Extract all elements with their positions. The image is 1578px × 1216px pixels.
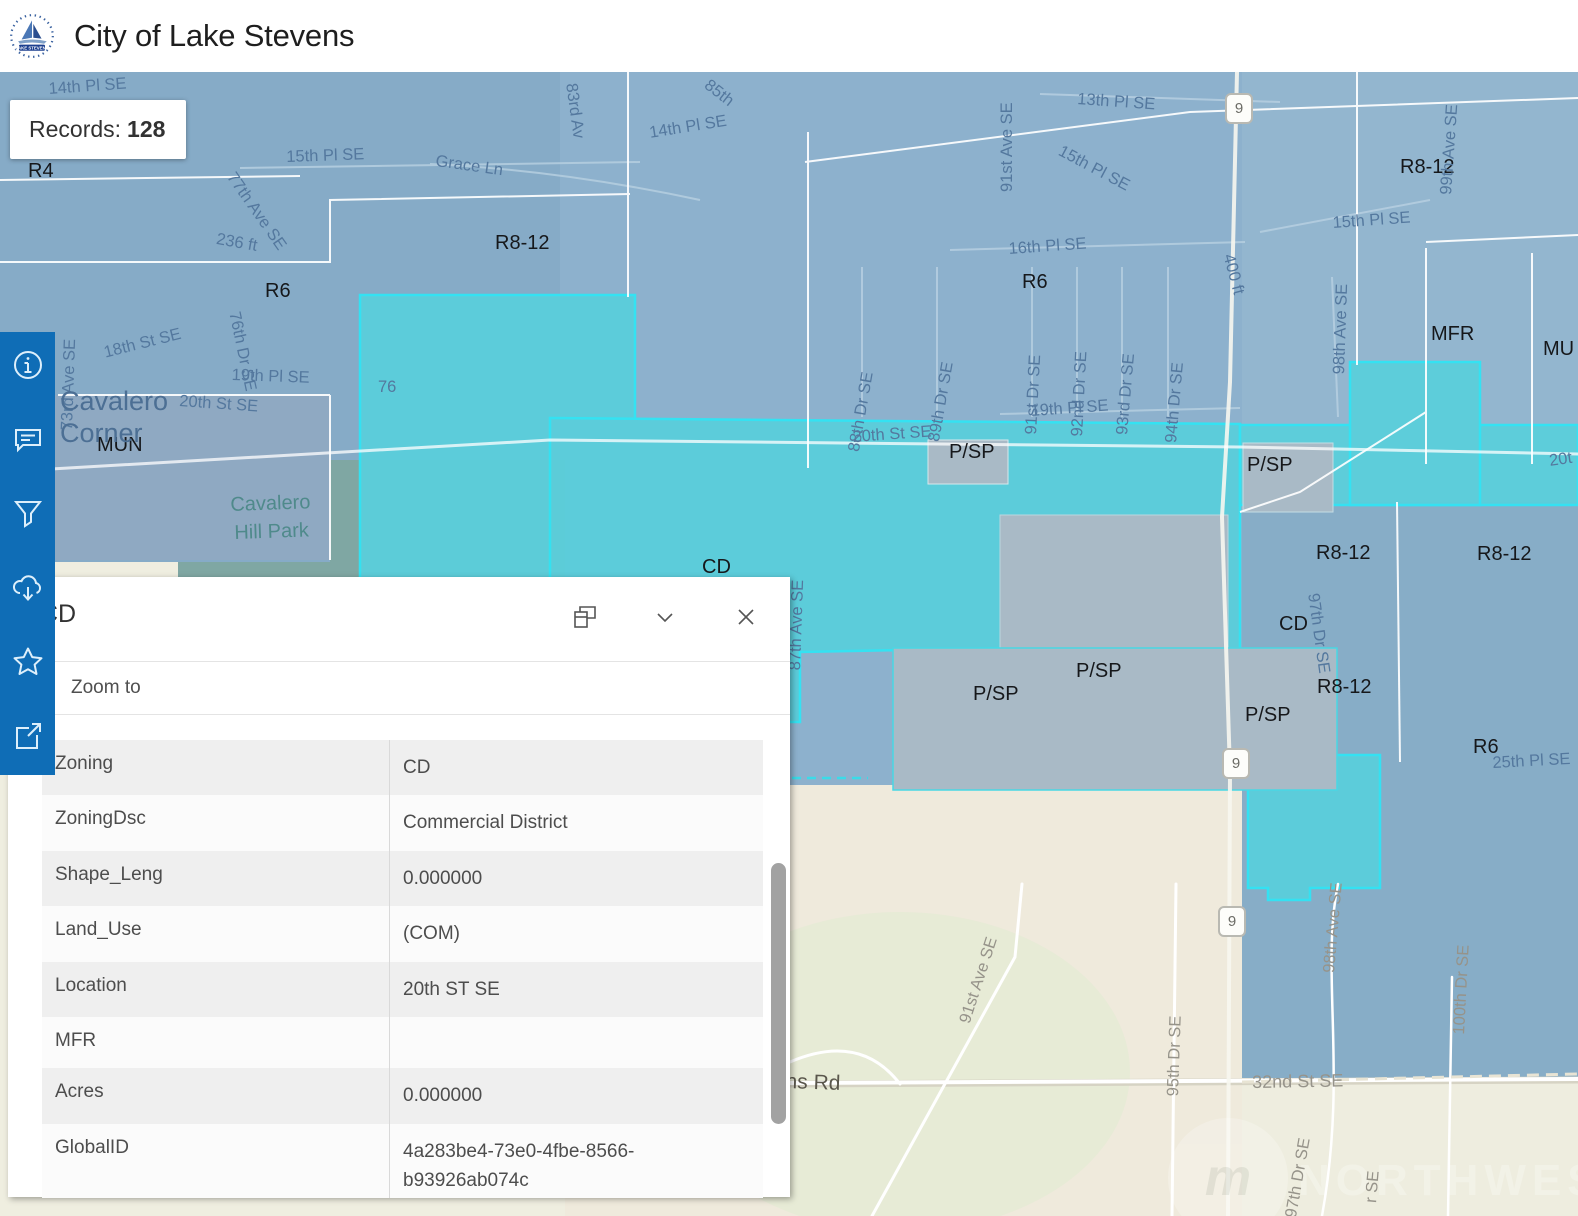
field-value: Commercial District — [390, 795, 763, 850]
table-row: ZoningDscCommercial District — [42, 795, 763, 850]
zoom-to-button[interactable]: Zoom to — [65, 676, 147, 700]
toolbar-sidebar — [0, 332, 55, 775]
filter-button[interactable] — [11, 496, 45, 530]
dock-icon — [571, 603, 599, 631]
field-value: 0.000000 — [390, 1068, 763, 1123]
export-icon — [12, 720, 44, 752]
close-button[interactable] — [731, 603, 761, 633]
field-label: MFR — [42, 1017, 390, 1068]
city-logo-icon: LAKE STEVENS — [6, 10, 58, 62]
field-label: Land_Use — [42, 906, 390, 961]
table-row: MFR — [42, 1017, 763, 1068]
table-row: Shape_Leng0.000000 — [42, 851, 763, 906]
popup-body[interactable]: ZoningCDZoningDscCommercial DistrictShap… — [8, 715, 790, 1198]
popup-scrollbar[interactable] — [771, 863, 786, 1124]
page-title: City of Lake Stevens — [74, 18, 354, 54]
info-button[interactable] — [11, 348, 45, 382]
info-icon — [12, 349, 44, 381]
field-value: 20th ST SE — [390, 962, 763, 1017]
collapse-button[interactable] — [650, 603, 680, 633]
field-label: Location — [42, 962, 390, 1017]
close-icon — [734, 605, 758, 629]
dock-button[interactable] — [570, 603, 600, 633]
comment-button[interactable] — [11, 422, 45, 456]
field-label: Zoning — [42, 740, 390, 795]
field-value — [390, 1017, 763, 1068]
table-row: ZoningCD — [42, 740, 763, 795]
comment-icon — [12, 423, 44, 455]
records-count: 128 — [127, 116, 165, 143]
field-label: GlobalID — [42, 1124, 390, 1198]
field-value: 0.000000 — [390, 851, 763, 906]
field-value: (COM) — [390, 906, 763, 961]
records-badge: Records: 128 — [10, 100, 186, 159]
field-value: 4a283be4-73e0-4fbe-8566-b93926ab074c — [390, 1124, 763, 1198]
table-row: Land_Use(COM) — [42, 906, 763, 961]
popup-field-table: ZoningCDZoningDscCommercial DistrictShap… — [42, 740, 763, 1198]
cloud-download-button[interactable] — [11, 571, 45, 605]
logo-city-name: LAKE STEVENS — [15, 45, 48, 50]
star-icon — [11, 645, 45, 679]
table-row: Acres0.000000 — [42, 1068, 763, 1123]
cloud-download-icon — [11, 571, 45, 605]
table-row: Location20th ST SE — [42, 962, 763, 1017]
feature-popup: CD Zoom to ZoningCDZoningDscCommercial D… — [8, 577, 790, 1197]
field-label: Shape_Leng — [42, 851, 390, 906]
field-label: Acres — [42, 1068, 390, 1123]
table-row: GlobalID4a283be4-73e0-4fbe-8566-b93926ab… — [42, 1124, 763, 1198]
app-header: LAKE STEVENS City of Lake Stevens — [0, 0, 1578, 72]
field-value: CD — [390, 740, 763, 795]
field-label: ZoningDsc — [42, 795, 390, 850]
chevron-down-icon — [653, 605, 677, 629]
popup-actions: Zoom to — [8, 661, 790, 715]
export-button[interactable] — [11, 719, 45, 753]
favorites-button[interactable] — [11, 645, 45, 679]
popup-header: CD — [8, 577, 790, 661]
filter-icon — [12, 497, 44, 529]
records-label: Records: — [29, 116, 121, 143]
